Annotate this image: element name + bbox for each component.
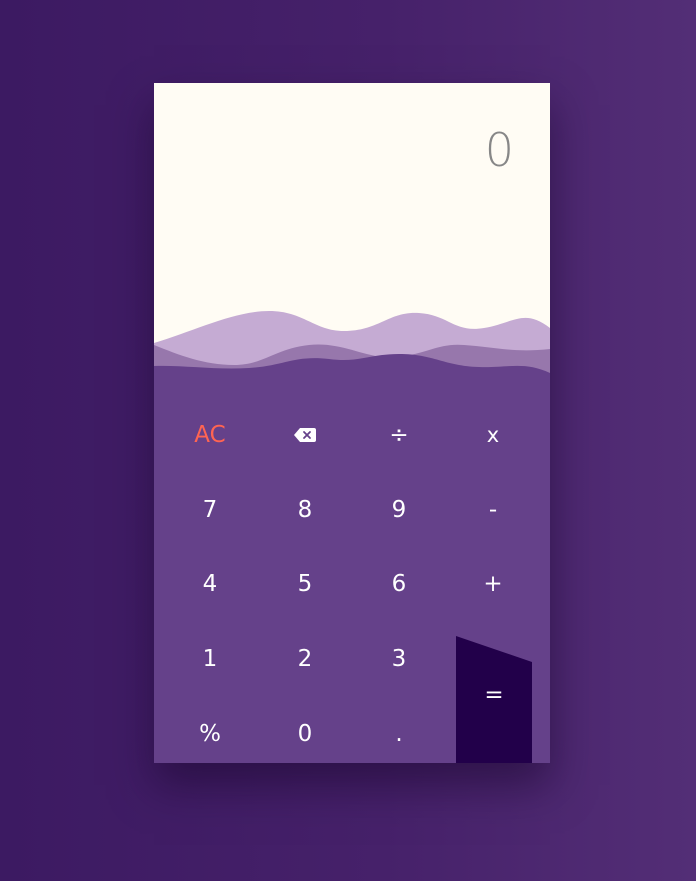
calculator-panel: 0 AC ÷ x 7 8 9 - 4 5 6 + 1 2 3 % 0 . =	[154, 83, 550, 763]
equals-button[interactable]: =	[456, 665, 532, 725]
percent-button[interactable]: %	[163, 704, 257, 763]
backspace-icon	[294, 428, 316, 442]
backspace-button[interactable]	[258, 405, 352, 465]
plus-button[interactable]: +	[446, 554, 540, 614]
digit-7-button[interactable]: 7	[163, 480, 257, 540]
digit-8-button[interactable]: 8	[258, 480, 352, 540]
digit-1-button[interactable]: 1	[163, 629, 257, 689]
digit-4-button[interactable]: 4	[163, 554, 257, 614]
decimal-button[interactable]: .	[352, 704, 446, 763]
digit-3-button[interactable]: 3	[352, 629, 446, 689]
keypad: AC ÷ x 7 8 9 - 4 5 6 + 1 2 3 % 0 . =	[154, 83, 550, 763]
digit-5-button[interactable]: 5	[258, 554, 352, 614]
digit-9-button[interactable]: 9	[352, 480, 446, 540]
minus-button[interactable]: -	[446, 480, 540, 540]
digit-0-button[interactable]: 0	[258, 704, 352, 763]
divide-button[interactable]: ÷	[352, 405, 446, 465]
digit-2-button[interactable]: 2	[258, 629, 352, 689]
multiply-button[interactable]: x	[446, 405, 540, 465]
clear-button[interactable]: AC	[163, 405, 257, 465]
digit-6-button[interactable]: 6	[352, 554, 446, 614]
